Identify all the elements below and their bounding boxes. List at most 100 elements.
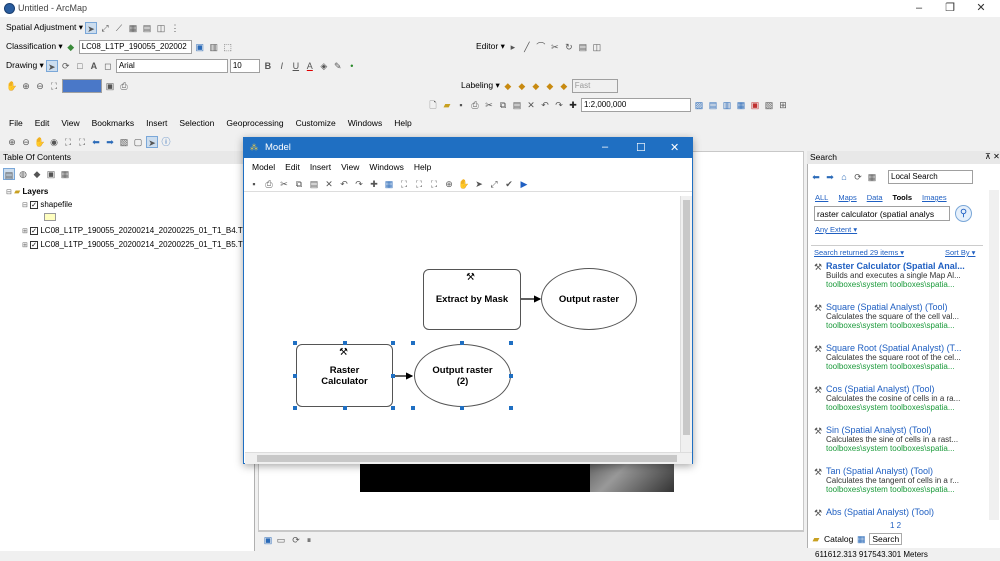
zoom-layout-icon[interactable]: ⊕ xyxy=(20,80,32,92)
model-menu-view[interactable]: View xyxy=(341,162,359,172)
line-color-icon[interactable]: ✎ xyxy=(332,60,344,72)
scroll-thumb[interactable] xyxy=(683,200,690,435)
list-by-selection-icon[interactable]: ▣ xyxy=(45,168,57,180)
search-refresh-icon[interactable]: ⟳ xyxy=(852,171,864,183)
arctoolbox-icon[interactable]: ▣ xyxy=(749,99,761,111)
tab-catalog[interactable]: Catalog xyxy=(824,534,853,544)
model-print-icon[interactable]: ⎙ xyxy=(263,178,275,190)
label-priority-icon[interactable]: ◆ xyxy=(516,80,528,92)
rotate-element-icon[interactable]: ⟳ xyxy=(60,60,72,72)
model-select-icon[interactable]: ➤ xyxy=(473,178,485,190)
training-sample-icon[interactable]: ▣ xyxy=(194,41,206,53)
selection-handle[interactable] xyxy=(343,406,347,410)
attributes-icon[interactable]: ▤ xyxy=(577,41,589,53)
model-undo-icon[interactable]: ↶ xyxy=(338,178,350,190)
back-extent-icon[interactable]: ⬅ xyxy=(90,136,102,148)
search-returned[interactable]: Search returned 29 items ▾ xyxy=(814,248,904,257)
tab-maps[interactable]: Maps xyxy=(838,193,856,202)
split-icon[interactable]: ✂ xyxy=(549,41,561,53)
search-home-icon[interactable]: ⌂ xyxy=(838,171,850,183)
data-view-icon[interactable]: ▣ xyxy=(262,534,274,546)
rectangle-icon[interactable]: □ xyxy=(74,60,86,72)
paste-icon[interactable]: ▤ xyxy=(511,99,523,111)
raster-calculator-node[interactable]: ⚒ Raster Calculator xyxy=(296,344,393,407)
tab-data[interactable]: Data xyxy=(867,193,883,202)
search-result[interactable]: ⚒ Abs (Spatial Analyst) (Tool) xyxy=(812,507,987,518)
toc-options-icon[interactable]: ▦ xyxy=(59,168,71,180)
model-builder-icon[interactable]: ⊞ xyxy=(777,99,789,111)
sketch-properties-icon[interactable]: ◫ xyxy=(591,41,603,53)
fixed-zoom-out-icon[interactable]: ⛶ xyxy=(76,136,88,148)
model-menu-insert[interactable]: Insert xyxy=(310,162,331,172)
add-data-icon[interactable]: ✚ xyxy=(567,99,579,111)
tab-search[interactable]: Search xyxy=(869,532,903,545)
search-pages[interactable]: 1 2 xyxy=(890,521,901,530)
tab-tools[interactable]: Tools xyxy=(893,193,912,202)
search-input[interactable]: raster calculator (spatial analys xyxy=(814,206,950,221)
label-manager-icon[interactable]: ◆ xyxy=(502,80,514,92)
tab-images[interactable]: Images xyxy=(922,193,947,202)
sketch-icon[interactable]: ╱ xyxy=(521,41,533,53)
model-menu-help[interactable]: Help xyxy=(414,162,431,172)
scale-select[interactable]: 1:2,000,000 xyxy=(581,97,691,112)
menu-geoprocessing[interactable]: Geoprocessing xyxy=(226,118,283,128)
options-icon[interactable]: ⋮ xyxy=(169,22,181,34)
output-raster-2-node[interactable]: Output raster (2) xyxy=(414,344,511,407)
selection-handle[interactable] xyxy=(293,374,297,378)
result-title[interactable]: Raster Calculator (Spatial Anal... xyxy=(826,261,987,271)
result-title[interactable]: Square (Spatial Analyst) (Tool) xyxy=(826,302,987,312)
any-extent-link[interactable]: Any Extent ▾ xyxy=(815,225,857,234)
selection-handle[interactable] xyxy=(509,341,513,345)
zoom-out-icon[interactable]: ⊖ xyxy=(20,136,32,148)
model-pan-icon[interactable]: ✋ xyxy=(458,178,470,190)
chart-icon[interactable]: ▥ xyxy=(208,41,220,53)
close-icon[interactable]: ✕ xyxy=(968,1,994,15)
menu-customize[interactable]: Customize xyxy=(296,118,336,128)
selection-handle[interactable] xyxy=(391,374,395,378)
print-icon[interactable]: ⎙ xyxy=(469,99,481,111)
trace-icon[interactable]: ⌒ xyxy=(535,41,547,53)
list-by-drawing-order-icon[interactable]: ▤ xyxy=(3,167,15,180)
fixed-zoom-in-icon[interactable]: ⛶ xyxy=(62,136,74,148)
model-menu-model[interactable]: Model xyxy=(252,162,275,172)
italic-icon[interactable]: I xyxy=(276,60,288,72)
minimize-icon[interactable]: – xyxy=(906,1,932,15)
search-forward-icon[interactable]: ➡ xyxy=(824,171,836,183)
search-result[interactable]: ⚒ Sin (Spatial Analyst) (Tool) Calculate… xyxy=(812,425,987,453)
editor-toolbar-icon[interactable]: ▨ xyxy=(693,99,705,111)
select-elements-icon[interactable]: ➤ xyxy=(146,135,158,148)
model-paste-icon[interactable]: ▤ xyxy=(308,178,320,190)
output-raster-node[interactable]: Output raster xyxy=(541,268,637,330)
result-title[interactable]: Abs (Spatial Analyst) (Tool) xyxy=(826,507,987,517)
menu-bookmarks[interactable]: Bookmarks xyxy=(92,118,135,128)
selection-handle[interactable] xyxy=(343,341,347,345)
select-pointer-icon[interactable]: ➤ xyxy=(85,21,98,34)
select-features-icon[interactable]: ▧ xyxy=(118,136,130,148)
editor-menu[interactable]: Editor ▾ xyxy=(476,41,505,52)
selection-handle[interactable] xyxy=(391,406,395,410)
menu-insert[interactable]: Insert xyxy=(146,118,167,128)
model-full-extent-icon[interactable]: ⛶ xyxy=(398,178,410,190)
lock-labels-icon[interactable]: ◆ xyxy=(544,80,556,92)
full-extent-icon[interactable]: ⛶ xyxy=(48,80,60,92)
labeling-menu[interactable]: Labeling ▾ xyxy=(461,80,500,91)
forward-extent-icon[interactable]: ➡ xyxy=(104,136,116,148)
model-save-icon[interactable]: ▪ xyxy=(248,178,260,190)
menu-view[interactable]: View xyxy=(61,118,79,128)
menu-edit[interactable]: Edit xyxy=(35,118,50,128)
model-fixed-zoom-out-icon[interactable]: ⛶ xyxy=(428,178,440,190)
bold-icon[interactable]: B xyxy=(262,60,274,72)
model-maximize-icon[interactable]: ☐ xyxy=(636,141,646,154)
toc-layer-b5[interactable]: ⊞ ✓ LC08_L1TP_190055_20200214_20200225_0… xyxy=(22,240,243,249)
open-icon[interactable]: ▰ xyxy=(441,99,453,111)
spatial-adjustment-menu[interactable]: Spatial Adjustment ▾ xyxy=(6,22,83,33)
result-title[interactable]: Cos (Spatial Analyst) (Tool) xyxy=(826,384,987,394)
search-window-icon[interactable]: ▦ xyxy=(735,99,747,111)
model-connect-icon[interactable]: ⤢ xyxy=(488,178,500,190)
callout-icon[interactable]: ◻ xyxy=(102,60,114,72)
search-result[interactable]: ⚒ Raster Calculator (Spatial Anal... Bui… xyxy=(812,261,987,289)
maximize-icon[interactable]: ❐ xyxy=(937,1,963,15)
link-icon[interactable]: ⟋ xyxy=(113,22,125,34)
list-by-visibility-icon[interactable]: ◆ xyxy=(31,168,43,180)
model-close-icon[interactable]: ✕ xyxy=(670,141,679,154)
